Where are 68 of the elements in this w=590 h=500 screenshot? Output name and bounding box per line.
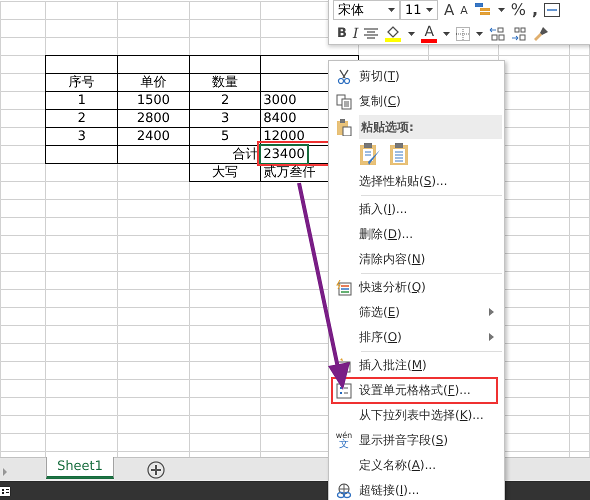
table-cell-text: 2 [76, 110, 87, 127]
menu-item[interactable]: 设置单元格格式(F)... [329, 378, 504, 403]
font-color-button[interactable]: A [421, 24, 438, 43]
format-cells-icon [336, 382, 352, 398]
menu-item[interactable]: 清除内容(N) [329, 247, 504, 272]
fill-color-icon[interactable] [384, 26, 402, 42]
menu-item[interactable]: 剪切(T) [329, 64, 504, 89]
increase-decimal-icon[interactable] [511, 26, 528, 41]
dropdown-icon[interactable] [498, 8, 505, 12]
paste-formatting-icon[interactable] [359, 142, 381, 166]
dropdown-icon[interactable] [443, 32, 450, 36]
table-cell-text: 12000 [262, 128, 306, 145]
hyperlink-icon [336, 482, 352, 498]
paste-icon [336, 118, 352, 136]
table-cell-text: 1 [76, 92, 87, 109]
format-painter-icon[interactable] [533, 26, 550, 42]
table-cell-text: 1500 [136, 92, 171, 109]
menu-item[interactable]: 排序(O) [329, 325, 504, 350]
total-label: 合计 [231, 146, 260, 163]
percent-button[interactable]: % [510, 2, 526, 18]
font-size-field[interactable]: 11 [400, 0, 438, 20]
decrease-decimal-icon[interactable] [489, 26, 506, 41]
dropdown-icon[interactable] [426, 8, 433, 12]
column-header: 序号 [68, 74, 96, 91]
dropdown-icon[interactable] [476, 32, 484, 36]
increase-font-button[interactable]: A [444, 2, 454, 18]
table-cell-text: 5 [220, 128, 230, 145]
column-header: 数量 [211, 74, 240, 91]
add-sheet-icon[interactable] [147, 461, 165, 479]
menu-item[interactable]: 复制(C) [329, 89, 504, 114]
table-cell-text: 2 [220, 92, 230, 109]
dropdown-icon[interactable] [388, 8, 395, 12]
quick-analysis-icon [336, 280, 352, 296]
menu-item[interactable]: 筛选(E) [329, 300, 504, 325]
scissors-icon [336, 68, 352, 84]
menu-item[interactable]: 删除(D)... [329, 222, 504, 247]
align-center-icon[interactable] [364, 28, 378, 40]
italic-button[interactable]: I [352, 26, 358, 41]
column-header: 单价 [139, 74, 168, 91]
menu-item[interactable]: 插入(I)... [329, 197, 504, 222]
menu-section-header: 粘贴选项: [359, 114, 502, 138]
menu-item[interactable]: 超链接(I)... [329, 478, 504, 500]
sheet-tab[interactable]: Sheet1 [46, 457, 114, 479]
bold-button[interactable]: B [337, 27, 347, 40]
dropdown-icon[interactable] [408, 32, 416, 36]
table-cell-text: 3 [76, 128, 87, 145]
words-label: 大写 [211, 164, 240, 181]
table-cell-text: 3 [220, 110, 230, 127]
menu-item[interactable]: 快速分析(Q) [329, 275, 504, 300]
words-value: 贰万叁仟 [262, 164, 316, 181]
font-name-field[interactable]: 宋体 [333, 0, 400, 20]
table-cell-text: 2800 [136, 110, 171, 127]
table-cell-text: 3000 [262, 92, 298, 109]
table-cell-text: 2400 [136, 128, 171, 145]
total-value: 23400 [261, 146, 307, 163]
pinyin-icon: wén 文 [336, 432, 352, 450]
styles-icon[interactable] [474, 3, 492, 18]
borders-icon[interactable] [456, 26, 470, 41]
copy-icon [336, 94, 352, 110]
merge-center-icon[interactable] [544, 3, 560, 18]
comma-button[interactable]: , [532, 2, 538, 18]
menu-item[interactable]: 定义名称(A)... [329, 453, 504, 478]
decrease-font-button[interactable]: A [460, 4, 468, 16]
menu-item[interactable]: 选择性粘贴(S)... [329, 169, 504, 194]
menu-item[interactable]: 从下拉列表中选择(K)... [329, 403, 504, 428]
paste-icon[interactable] [389, 142, 411, 166]
table-cell-text: 8400 [262, 110, 298, 127]
macro-icon[interactable] [0, 486, 10, 496]
